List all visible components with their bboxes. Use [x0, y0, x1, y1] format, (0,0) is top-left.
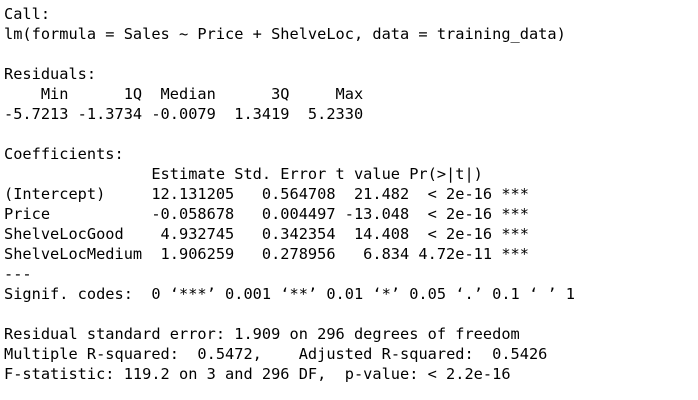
separator-line: --- [4, 265, 32, 283]
coefficient-row-price: Price -0.058678 0.004497 -13.048 < 2e-16… [4, 205, 529, 223]
r-squared-line: Multiple R-squared: 0.5472, Adjusted R-s… [4, 345, 557, 363]
coefficients-header: Coefficients: [4, 145, 124, 163]
r-console-output: Call: lm(formula = Sales ~ Price + Shelv… [4, 4, 694, 396]
coefficient-row-shelveloc-good: ShelveLocGood 4.932745 0.342354 14.408 <… [4, 225, 529, 243]
residuals-header: Residuals: [4, 65, 97, 83]
signif-codes: Signif. codes: 0 ‘***’ 0.001 ‘**’ 0.01 ‘… [4, 285, 575, 303]
residuals-labels: Min 1Q Median 3Q Max [4, 85, 373, 103]
coefficient-row-intercept: (Intercept) 12.131205 0.564708 21.482 < … [4, 185, 529, 203]
residual-standard-error: Residual standard error: 1.909 on 296 de… [4, 325, 520, 343]
coefficients-column-headers: Estimate Std. Error t value Pr(>|t|) [4, 165, 520, 183]
f-statistic-line: F-statistic: 119.2 on 3 and 296 DF, p-va… [4, 365, 511, 383]
call-header: Call: [4, 5, 51, 23]
residuals-values: -5.7213 -1.3734 -0.0079 1.3419 5.2330 [4, 105, 373, 123]
coefficient-row-shelveloc-medium: ShelveLocMedium 1.906259 0.278956 6.834 … [4, 245, 529, 263]
call-formula: lm(formula = Sales ~ Price + ShelveLoc, … [4, 25, 566, 43]
